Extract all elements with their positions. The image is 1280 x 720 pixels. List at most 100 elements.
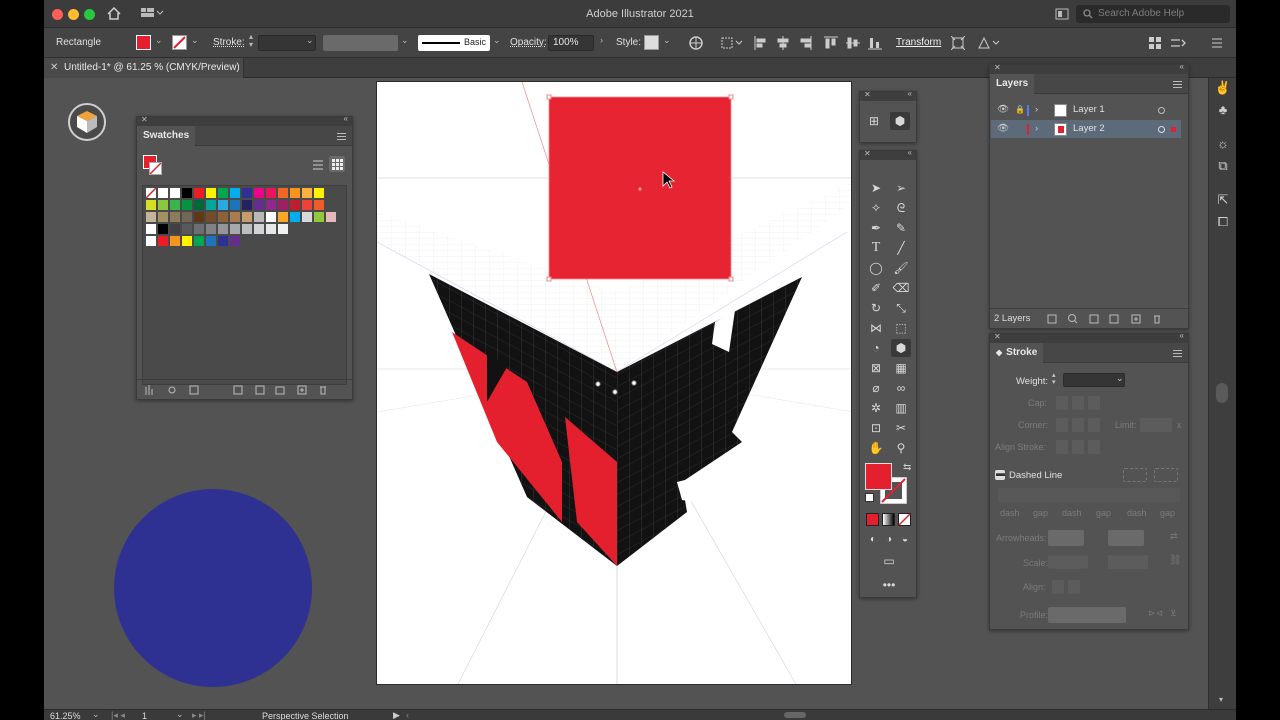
export-icon[interactable]: ⇱ xyxy=(1214,192,1232,208)
color-swatch[interactable] xyxy=(242,212,252,222)
color-swatch[interactable] xyxy=(158,212,168,222)
recolor-artwork-icon[interactable] xyxy=(688,35,704,51)
start-arrowhead-select[interactable] xyxy=(1048,530,1084,546)
color-swatch[interactable] xyxy=(194,200,204,210)
color-swatch[interactable] xyxy=(206,236,216,246)
color-swatch[interactable] xyxy=(194,224,204,234)
pen-tool-icon[interactable]: ✒ xyxy=(866,219,886,237)
appearance-icon[interactable]: ☼ xyxy=(1214,136,1232,152)
color-swatch[interactable] xyxy=(182,188,192,198)
variable-width-profile[interactable] xyxy=(323,35,398,51)
scroll-left-icon[interactable]: ‹ xyxy=(406,710,409,720)
shaper-tool-icon[interactable]: ✐ xyxy=(866,279,886,297)
color-swatch[interactable] xyxy=(194,212,204,222)
color-swatch[interactable] xyxy=(170,188,180,198)
panel-header[interactable]: ✕ « xyxy=(990,331,1188,343)
align-inside-button[interactable] xyxy=(1072,440,1084,454)
profile-select[interactable] xyxy=(1048,607,1126,623)
collapse-icon[interactable]: « xyxy=(344,114,348,123)
color-swatch[interactable] xyxy=(218,212,228,222)
color-swatch[interactable] xyxy=(254,200,264,210)
expand-chevron-icon[interactable]: › xyxy=(1035,101,1038,119)
symbol-sprayer-tool-icon[interactable]: ✲ xyxy=(866,399,886,417)
color-swatch[interactable] xyxy=(230,224,240,234)
lock-icon[interactable]: 🔒 xyxy=(1015,101,1025,119)
arrange-documents-icon[interactable] xyxy=(1055,8,1069,20)
color-swatch[interactable] xyxy=(182,200,192,210)
panel-header[interactable]: ✕ « xyxy=(860,148,916,160)
paintbrush-tool-icon[interactable]: 🖌 xyxy=(891,259,911,277)
selection-handle[interactable] xyxy=(546,276,552,282)
stroke-tab[interactable]: ◆ Stroke xyxy=(990,343,1044,363)
arrange-panels-icon[interactable] xyxy=(1149,37,1161,49)
gradient-tool-icon[interactable]: ▦ xyxy=(891,359,911,377)
panel-header[interactable]: ✕ « xyxy=(990,62,1188,74)
layers-tab[interactable]: Layers xyxy=(990,74,1035,94)
color-swatch[interactable] xyxy=(230,188,240,198)
fill-swatch[interactable] xyxy=(136,35,151,50)
close-icon[interactable]: ✕ xyxy=(864,90,871,99)
stroke-swatch[interactable] xyxy=(172,35,187,50)
hand-tool-icon[interactable]: ✋ xyxy=(866,439,886,457)
color-swatch[interactable] xyxy=(266,188,276,198)
blue-circle-shape[interactable] xyxy=(114,489,312,687)
color-swatch[interactable] xyxy=(182,212,192,222)
color-swatch[interactable] xyxy=(206,188,216,198)
color-swatch[interactable] xyxy=(230,200,240,210)
collapse-icon[interactable]: « xyxy=(1180,331,1184,340)
curvature-tool-icon[interactable]: ✎ xyxy=(891,219,911,237)
graphic-styles-icon[interactable]: ⧉ xyxy=(1214,158,1232,174)
close-tab-icon[interactable]: ✕ xyxy=(50,58,58,78)
slice-tool-icon[interactable]: ✂ xyxy=(891,419,911,437)
color-swatch[interactable] xyxy=(170,200,180,210)
color-swatch[interactable] xyxy=(146,236,156,246)
panel-menu-icon[interactable] xyxy=(337,133,346,140)
collapse-icon[interactable]: « xyxy=(908,89,912,98)
color-swatch[interactable] xyxy=(266,224,276,234)
layer-name[interactable]: Layer 2 xyxy=(1073,120,1105,138)
color-swatch[interactable] xyxy=(314,188,324,198)
color-swatch[interactable] xyxy=(290,188,300,198)
color-swatch[interactable] xyxy=(218,188,228,198)
dashed-line-checkbox[interactable]: ▬ xyxy=(995,468,1005,480)
color-swatch[interactable] xyxy=(254,224,264,234)
color-swatch[interactable] xyxy=(326,212,336,222)
panel-menu-icon[interactable] xyxy=(1173,81,1182,88)
default-colors-icon[interactable] xyxy=(865,493,874,502)
color-swatch[interactable] xyxy=(158,224,168,234)
end-arrowhead-select[interactable] xyxy=(1108,530,1144,546)
zoom-tool-icon[interactable]: ⚲ xyxy=(891,439,911,457)
width-tool-icon[interactable]: ⋈ xyxy=(866,319,886,337)
perspective-selection-tool-icon[interactable]: ⬢ xyxy=(891,339,911,357)
screen-mode-icon[interactable]: ▭ xyxy=(879,552,899,570)
artboard[interactable] xyxy=(376,81,852,685)
chevron-down-icon[interactable]: ⌄ xyxy=(663,35,671,46)
perspective-options-icon[interactable] xyxy=(977,36,1001,50)
free-transform-tool-icon[interactable]: ⬚ xyxy=(891,319,911,337)
color-swatch[interactable] xyxy=(194,188,204,198)
target-icon[interactable] xyxy=(1158,126,1165,133)
collapse-icon[interactable]: « xyxy=(1180,62,1184,71)
color-swatch[interactable] xyxy=(146,200,156,210)
selection-handle[interactable] xyxy=(728,276,734,282)
document-tab[interactable]: ✕ Untitled-1* @ 61.25 % (CMYK/Preview) xyxy=(44,58,244,78)
eyedropper-tool-icon[interactable]: ⌀ xyxy=(866,379,886,397)
eraser-tool-icon[interactable]: ⌫ xyxy=(891,279,911,297)
color-swatch[interactable] xyxy=(302,200,312,210)
column-graph-tool-icon[interactable]: ▥ xyxy=(891,399,911,417)
brush-definition[interactable]: Basic xyxy=(418,35,490,51)
color-swatch[interactable] xyxy=(242,200,252,210)
gradient-mode-button[interactable] xyxy=(882,513,895,526)
color-swatch[interactable] xyxy=(206,212,216,222)
scrollbar-thumb[interactable] xyxy=(1216,383,1228,403)
draw-inside-icon[interactable]: ◒ xyxy=(895,531,915,549)
color-swatch[interactable] xyxy=(254,212,264,222)
color-swatch[interactable] xyxy=(158,188,168,198)
panel-header[interactable]: ✕ « xyxy=(137,114,352,126)
opacity-field[interactable]: 100% xyxy=(548,35,594,51)
color-swatch[interactable] xyxy=(206,200,216,210)
chevron-down-icon[interactable]: ⌄ xyxy=(191,35,199,46)
link-scale-icon[interactable]: ⛓ xyxy=(1169,555,1182,566)
lasso-tool-icon[interactable]: ᘓ xyxy=(891,199,911,217)
magic-wand-tool-icon[interactable]: ✧ xyxy=(866,199,886,217)
